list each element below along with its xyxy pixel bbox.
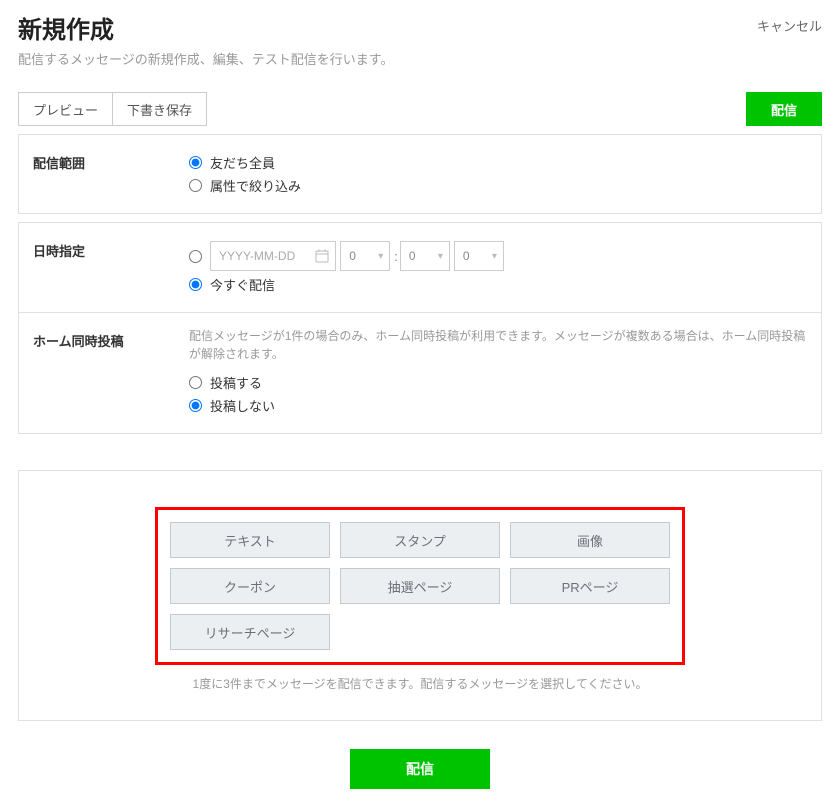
date-input[interactable]: YYYY-MM-DD	[210, 241, 336, 271]
homepost-post-option[interactable]: 投稿する	[189, 373, 807, 392]
save-draft-button[interactable]: 下書き保存	[112, 92, 207, 126]
message-type-highlight-box: テキスト スタンプ 画像 クーポン 抽選ページ PRページ リサーチページ	[155, 507, 685, 665]
datetime-now-radio[interactable]	[189, 278, 202, 291]
chevron-down-icon: ▾	[378, 251, 383, 262]
preview-button[interactable]: プレビュー	[18, 92, 113, 126]
homepost-nopost-radio[interactable]	[189, 399, 202, 412]
date-placeholder: YYYY-MM-DD	[219, 249, 295, 263]
minute2-value: 0	[463, 249, 470, 263]
msgtype-lottery-button[interactable]: 抽選ページ	[340, 568, 500, 604]
msgtype-coupon-button[interactable]: クーポン	[170, 568, 330, 604]
time-colon: :	[394, 249, 398, 264]
scope-filter-option[interactable]: 属性で絞り込み	[189, 176, 807, 195]
scope-filter-text: 属性で絞り込み	[210, 176, 301, 195]
scope-all-text: 友だち全員	[210, 153, 275, 172]
msgtype-image-button[interactable]: 画像	[510, 522, 670, 558]
chevron-down-icon: ▾	[438, 251, 443, 262]
send-button-top[interactable]: 配信	[746, 92, 822, 126]
datetime-label: 日時指定	[19, 223, 189, 312]
datetime-schedule-radio[interactable]	[189, 250, 202, 263]
datetime-now-text: 今すぐ配信	[210, 275, 275, 294]
msgtype-helper-text: 1度に3件までメッセージを配信できます。配信するメッセージを選択してください。	[37, 675, 803, 692]
homepost-post-text: 投稿する	[210, 373, 262, 392]
homepost-label: ホーム同時投稿	[19, 313, 189, 433]
msgtype-stamp-button[interactable]: スタンプ	[340, 522, 500, 558]
minute1-select[interactable]: 0 ▾	[400, 241, 450, 271]
homepost-post-radio[interactable]	[189, 376, 202, 389]
chevron-down-icon: ▾	[492, 251, 497, 262]
scope-all-option[interactable]: 友だち全員	[189, 153, 807, 172]
datetime-now-option[interactable]: 今すぐ配信	[189, 275, 807, 294]
homepost-help: 配信メッセージが1件の場合のみ、ホーム同時投稿が利用できます。メッセージが複数あ…	[189, 327, 807, 363]
hour-value: 0	[349, 249, 356, 263]
msgtype-text-button[interactable]: テキスト	[170, 522, 330, 558]
homepost-nopost-option[interactable]: 投稿しない	[189, 396, 807, 415]
minute2-select[interactable]: 0 ▾	[454, 241, 504, 271]
hour-select[interactable]: 0 ▾	[340, 241, 390, 271]
minute1-value: 0	[409, 249, 416, 263]
calendar-icon	[315, 249, 329, 263]
homepost-nopost-text: 投稿しない	[210, 396, 275, 415]
scope-label: 配信範囲	[19, 135, 189, 213]
page-subtitle: 配信するメッセージの新規作成、編集、テスト配信を行います。	[18, 49, 393, 68]
send-button-bottom[interactable]: 配信	[350, 749, 490, 789]
msgtype-pr-button[interactable]: PRページ	[510, 568, 670, 604]
scope-all-radio[interactable]	[189, 156, 202, 169]
cancel-link[interactable]: キャンセル	[757, 16, 822, 35]
msgtype-research-button[interactable]: リサーチページ	[170, 614, 330, 650]
page-title: 新規作成	[18, 10, 393, 45]
scope-filter-radio[interactable]	[189, 179, 202, 192]
